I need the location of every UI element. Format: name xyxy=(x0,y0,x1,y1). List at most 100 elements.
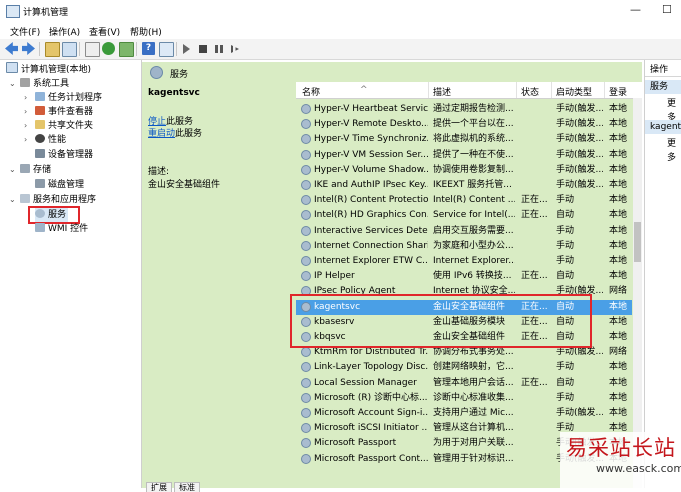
gear-icon xyxy=(150,66,163,79)
tree-system-tools[interactable]: 系统工具 xyxy=(20,77,69,91)
tree-disk-management-label: 磁盘管理 xyxy=(48,180,85,190)
table-row[interactable]: Interactive Services Dete... 启用交互服务需要... 手… xyxy=(296,224,632,239)
actions-pane: 操作 服务 更多 kagentsvc 更多 xyxy=(644,60,681,488)
tree-wmi[interactable]: WMI 控件 xyxy=(35,222,88,236)
actions-section-kagentsvc[interactable]: kagentsvc xyxy=(645,120,681,134)
cell-desc: 支持用户通过 Mic... xyxy=(433,408,514,418)
tree-storage[interactable]: 存储 xyxy=(20,163,51,177)
column-name[interactable]: 名称 xyxy=(302,85,320,98)
actions-more-services[interactable]: 更多 xyxy=(645,97,681,123)
tree-services-apps[interactable]: 服务和应用程序 xyxy=(20,193,96,207)
table-row[interactable]: Hyper-V Remote Deskto... 提供一个平台以在... 手动(触发… xyxy=(296,117,632,132)
table-row[interactable]: Hyper-V Time Synchroniz... 将此虚拟机的系统... 手动(… xyxy=(296,132,632,147)
cell-startup: 自动 xyxy=(556,210,575,221)
restart-service-link[interactable]: 重启动 xyxy=(148,129,175,139)
sort-indicator-icon: ^ xyxy=(360,85,368,95)
menu-help[interactable]: 帮助(H) xyxy=(130,25,162,38)
cell-logon: 本地 xyxy=(609,104,628,114)
storage-icon xyxy=(20,164,30,173)
table-row[interactable]: IKE and AuthIP IPsec Key... IKEEXT 服务托管..… xyxy=(296,178,632,193)
tree-root[interactable]: 计算机管理(本地) xyxy=(6,62,91,76)
show-hide-tree-icon[interactable] xyxy=(62,42,77,57)
tree-task-scheduler[interactable]: 任务计划程序 xyxy=(35,91,102,105)
cell-desc: 诊断中心标准收集... xyxy=(433,392,514,403)
vertical-scrollbar[interactable] xyxy=(633,98,642,488)
menu-file[interactable]: 文件(F) xyxy=(10,25,40,38)
table-row[interactable]: Hyper-V VM Session Ser... 提供了一种在不使... 手动(触… xyxy=(296,148,632,163)
tree-device-manager[interactable]: 设备管理器 xyxy=(35,148,93,162)
collapse-arrow-icon[interactable]: ⌄ xyxy=(9,165,16,174)
cell-name: Intel(R) HD Graphics Con... xyxy=(314,210,428,221)
column-startup-type[interactable]: 启动类型 xyxy=(556,85,592,98)
actions-section-services[interactable]: 服务 xyxy=(645,80,681,94)
table-row[interactable]: Hyper-V Heartbeat Service 通过定期报告检测... 手动(触… xyxy=(296,102,632,117)
tab-standard[interactable]: 标准 xyxy=(174,482,200,492)
expand-arrow-icon[interactable]: › xyxy=(24,107,27,116)
tree-shared-folders[interactable]: 共享文件夹 xyxy=(35,119,93,133)
table-row[interactable]: Internet Connection Shari... 为家庭和小型办公... 手… xyxy=(296,239,632,254)
cell-startup: 手动(触发... xyxy=(556,408,603,418)
maximize-button[interactable]: ☐ xyxy=(662,3,672,16)
help-icon[interactable]: ? xyxy=(142,42,155,55)
cell-startup: 手动(触发... xyxy=(556,134,603,145)
cell-logon: 本地 xyxy=(609,408,628,418)
folder-up-icon[interactable] xyxy=(45,42,60,57)
export-list-icon[interactable] xyxy=(119,42,134,57)
expand-arrow-icon[interactable]: › xyxy=(24,93,27,102)
restart-service-icon[interactable] xyxy=(231,45,239,53)
scrollbar-thumb[interactable] xyxy=(634,222,641,262)
table-row[interactable]: Hyper-V Volume Shadow... 协调使用卷影复制... 手动(触发… xyxy=(296,163,632,178)
cell-desc: 启用交互服务需要... xyxy=(433,225,514,236)
tree-event-viewer[interactable]: 事件查看器 xyxy=(35,105,93,119)
cell-name: Hyper-V Time Synchroniz... xyxy=(314,134,428,145)
back-icon[interactable] xyxy=(5,42,18,55)
shared-folder-icon xyxy=(35,120,45,129)
expand-arrow-icon[interactable]: › xyxy=(24,121,27,130)
clock-icon xyxy=(35,92,45,101)
description-value: 金山安全基础组件 xyxy=(148,180,221,190)
actions-more-kagentsvc[interactable]: 更多 xyxy=(645,137,681,163)
menu-action[interactable]: 操作(A) xyxy=(49,25,80,38)
cell-name: Microsoft Passport Cont... xyxy=(314,453,428,464)
table-row[interactable]: Local Session Manager 管理本地用户会话... 正在... 自动 本… xyxy=(296,376,632,391)
table-row[interactable]: Intel(R) Content Protectio... Intel(R) Co… xyxy=(296,193,632,208)
cell-startup: 手动 xyxy=(556,195,575,206)
cell-desc: Service for Intel(... xyxy=(433,210,515,221)
forward-icon[interactable] xyxy=(22,42,35,55)
device-manager-icon xyxy=(35,149,45,158)
pause-service-icon[interactable] xyxy=(215,45,223,53)
tab-extended[interactable]: 扩展 xyxy=(146,482,172,492)
service-gear-icon xyxy=(301,453,311,464)
tree-performance[interactable]: 性能 xyxy=(35,133,66,147)
properties-icon[interactable] xyxy=(85,42,100,57)
column-logon[interactable]: 登录 xyxy=(609,85,627,98)
tree-storage-label: 存储 xyxy=(33,165,52,175)
tree-services-apps-label: 服务和应用程序 xyxy=(33,195,97,205)
start-service-icon[interactable] xyxy=(183,44,190,54)
console-icon[interactable] xyxy=(159,42,174,57)
service-gear-icon xyxy=(301,438,311,449)
cell-desc: 协调使用卷影复制... xyxy=(433,164,514,175)
stop-service-icon[interactable] xyxy=(199,45,207,53)
column-description[interactable]: 描述 xyxy=(433,85,451,98)
cell-logon: 网络 xyxy=(609,347,628,358)
collapse-arrow-icon[interactable]: ⌄ xyxy=(9,79,16,88)
table-row[interactable]: Microsoft (R) 诊断中心标... 诊断中心标准收集... 手动 本地 xyxy=(296,391,632,406)
table-row[interactable]: Microsoft Account Sign-i... 支持用户通过 Mic...… xyxy=(296,406,632,421)
column-status[interactable]: 状态 xyxy=(521,85,539,98)
menu-view[interactable]: 查看(V) xyxy=(89,25,120,38)
minimize-button[interactable]: — xyxy=(630,3,641,16)
table-row[interactable]: IP Helper 使用 IPv6 转换技... 正在... 自动 本地 xyxy=(296,269,632,284)
cell-desc: 通过定期报告检测... xyxy=(433,104,514,114)
table-row[interactable]: Link-Layer Topology Disc... 创建网络映射，它... 手动… xyxy=(296,360,632,375)
cell-logon: 本地 xyxy=(609,180,628,190)
table-row[interactable]: Intel(R) HD Graphics Con... Service for I… xyxy=(296,208,632,223)
expand-arrow-icon[interactable]: › xyxy=(24,135,27,144)
wmi-icon xyxy=(35,223,45,232)
refresh-icon[interactable] xyxy=(102,42,115,55)
collapse-arrow-icon[interactable]: ⌄ xyxy=(9,195,16,204)
tree-disk-management[interactable]: 磁盘管理 xyxy=(35,178,84,192)
cell-name: Microsoft iSCSI Initiator ... xyxy=(314,423,428,434)
cell-name: Microsoft (R) 诊断中心标... xyxy=(314,392,428,403)
table-row[interactable]: Internet Explorer ETW C... Internet Explo… xyxy=(296,254,632,269)
